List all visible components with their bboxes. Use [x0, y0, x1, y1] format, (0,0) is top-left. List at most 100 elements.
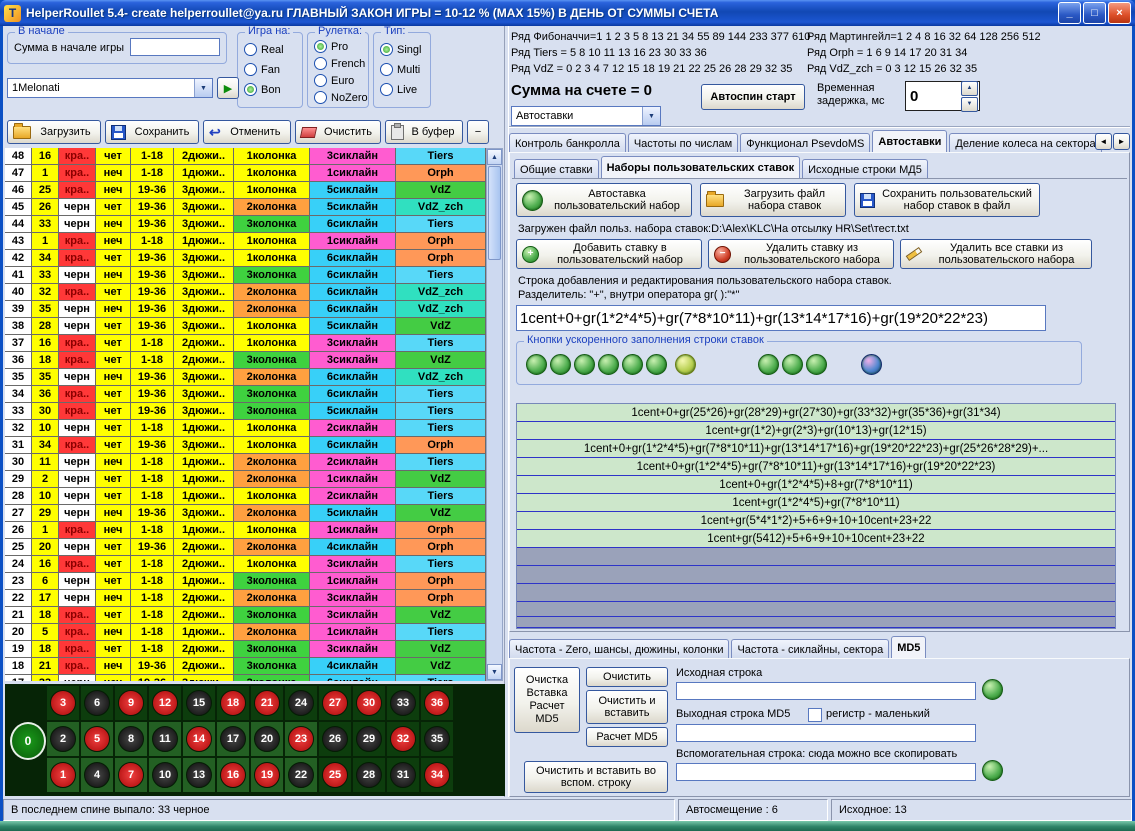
- history-row[interactable]: 261кра..неч1-181дюжи..1колонка1сиклайнOr…: [5, 522, 486, 539]
- bet-string-row-empty[interactable]: [517, 584, 1115, 602]
- close-button[interactable]: ×: [1108, 2, 1131, 24]
- quick-fill-button-11[interactable]: [861, 354, 882, 375]
- history-row[interactable]: 471кра..неч1-181дюжи..1колонка1сиклайнOr…: [5, 165, 486, 182]
- board-cell-11[interactable]: 11: [149, 722, 181, 756]
- history-row[interactable]: 236чернчет1-181дюжи..3колонка1сиклайнOrp…: [5, 573, 486, 590]
- history-row[interactable]: 205кра..неч1-181дюжи..2колонка1сиклайнTi…: [5, 624, 486, 641]
- scroll-down-icon[interactable]: ▼: [487, 664, 502, 680]
- board-cell-20[interactable]: 20: [251, 722, 283, 756]
- history-row[interactable]: 4625кра..неч19-363дюжи..1колонка5сиклайн…: [5, 182, 486, 199]
- history-row[interactable]: 3134кра..чет19-363дюжи..1колонка6сиклайн…: [5, 437, 486, 454]
- history-row[interactable]: 4133черннеч19-363дюжи..3колонка6сиклайнT…: [5, 267, 486, 284]
- quick-fill-button-7[interactable]: [675, 354, 696, 375]
- quick-fill-button-4[interactable]: [598, 354, 619, 375]
- quick-fill-button-3[interactable]: [574, 354, 595, 375]
- set-tab-0[interactable]: Общие ставки: [514, 159, 599, 178]
- history-row[interactable]: 1733черннеч19-363дюжи..3колонка6сиклайнT…: [5, 675, 486, 681]
- board-cell-32[interactable]: 32: [387, 722, 419, 756]
- history-row[interactable]: 3716кра..чет1-182дюжи..1колонка3сиклайнT…: [5, 335, 486, 352]
- radio-fan[interactable]: Fan: [244, 63, 280, 76]
- bet-string-row[interactable]: 1cent+gr(1*2)+gr(2*3)+gr(10*13)+gr(12*15…: [517, 422, 1115, 440]
- md5-output-input[interactable]: [676, 724, 976, 742]
- board-cell-22[interactable]: 22: [285, 758, 317, 792]
- history-row[interactable]: 4816кра..чет1-182дюжи..1колонка3сиклайнT…: [5, 148, 486, 165]
- bet-string-row[interactable]: 1cent+0+gr(25*26)+gr(28*29)+gr(27*30)+gr…: [517, 404, 1115, 422]
- history-row[interactable]: 2118кра..чет1-182дюжи..3колонка3сиклайнV…: [5, 607, 486, 624]
- bet-string-row-empty[interactable]: [517, 617, 1115, 628]
- radio-singl[interactable]: Singl: [380, 43, 421, 56]
- board-cell-0[interactable]: 0: [10, 722, 46, 760]
- board-cell-34[interactable]: 34: [421, 758, 453, 792]
- board-cell-23[interactable]: 23: [285, 722, 317, 756]
- board-cell-18[interactable]: 18: [217, 686, 249, 720]
- quick-fill-button-8[interactable]: [758, 354, 779, 375]
- delay-input[interactable]: [906, 88, 960, 105]
- radio-pro[interactable]: Pro: [314, 40, 348, 53]
- scrollbar-thumb[interactable]: [488, 166, 501, 260]
- board-cell-26[interactable]: 26: [319, 722, 351, 756]
- bet-string-row-empty[interactable]: [517, 566, 1115, 584]
- clear-button[interactable]: Очистить: [295, 120, 381, 144]
- quick-fill-button-10[interactable]: [806, 354, 827, 375]
- radio-french[interactable]: French: [314, 57, 365, 70]
- history-row[interactable]: 3436кра..чет19-363дюжи..3колонка6сиклайн…: [5, 386, 486, 403]
- spinner-down-icon[interactable]: ▼: [961, 97, 978, 112]
- board-cell-16[interactable]: 16: [217, 758, 249, 792]
- md5-aux-copy-button[interactable]: [982, 760, 1003, 781]
- bet-string-row[interactable]: 1cent+0+gr(1*2*4*5)+gr(7*8*10*11)+gr(13*…: [517, 458, 1115, 476]
- history-row[interactable]: 3828чернчет19-363дюжи..1колонка5сиклайнV…: [5, 318, 486, 335]
- history-row[interactable]: 2416кра..чет1-182дюжи..1колонка3сиклайнT…: [5, 556, 486, 573]
- main-tab-3[interactable]: Автоставки: [872, 130, 947, 152]
- history-row[interactable]: 3011черннеч1-181дюжи..2колонка2сиклайнTi…: [5, 454, 486, 471]
- bet-string-row[interactable]: 1cent+0+gr(1*2*4*5)+8+gr(7*8*10*11): [517, 476, 1115, 494]
- radio-nozero[interactable]: NoZero: [314, 91, 368, 104]
- board-cell-30[interactable]: 30: [353, 686, 385, 720]
- board-cell-7[interactable]: 7: [115, 758, 147, 792]
- spinner-up-icon[interactable]: ▲: [961, 81, 978, 96]
- history-row[interactable]: 4032кра..чет19-363дюжи..2колонка6сиклайн…: [5, 284, 486, 301]
- board-cell-33[interactable]: 33: [387, 686, 419, 720]
- save-bet-file-button[interactable]: Сохранить пользовательский набор ставок …: [854, 183, 1040, 217]
- bet-string-row-empty[interactable]: [517, 606, 1115, 617]
- md5-calc-button[interactable]: Расчет MD5: [586, 727, 668, 747]
- md5-clear-paste-button[interactable]: Очистить и вставить: [586, 690, 668, 724]
- history-row[interactable]: 2729черннеч19-363дюжи..2колонка5сиклайнV…: [5, 505, 486, 522]
- board-cell-31[interactable]: 31: [387, 758, 419, 792]
- history-row[interactable]: 1821кра..неч19-362дюжи..3колонка4сиклайн…: [5, 658, 486, 675]
- history-row[interactable]: 3618кра..чет1-182дюжи..3колонка3сиклайнV…: [5, 352, 486, 369]
- play-button[interactable]: ▶: [217, 77, 239, 99]
- quick-fill-button-6[interactable]: [646, 354, 667, 375]
- minimize-button[interactable]: _: [1058, 2, 1081, 24]
- freq-tab-0[interactable]: Частота - Zero, шансы, дюжины, колонки: [509, 639, 729, 658]
- board-cell-10[interactable]: 10: [149, 758, 181, 792]
- board-cell-15[interactable]: 15: [183, 686, 215, 720]
- quick-fill-button-9[interactable]: [782, 354, 803, 375]
- load-button[interactable]: Загрузить: [7, 120, 101, 144]
- radio-multi[interactable]: Multi: [380, 63, 420, 76]
- board-cell-1[interactable]: 1: [47, 758, 79, 792]
- quick-fill-button-5[interactable]: [622, 354, 643, 375]
- tab-scroll-right-button[interactable]: ►: [1113, 133, 1130, 150]
- history-row[interactable]: 292чернчет1-181дюжи..2колонка1сиклайнVdZ: [5, 471, 486, 488]
- bet-string-row[interactable]: 1cent+gr(5412)+5+6+9+10+10cent+23+22: [517, 530, 1115, 548]
- remove-all-bets-button[interactable]: Удалить все ставки из пользовательского …: [900, 239, 1092, 269]
- board-cell-21[interactable]: 21: [251, 686, 283, 720]
- board-cell-24[interactable]: 24: [285, 686, 317, 720]
- start-sum-input[interactable]: [130, 38, 220, 56]
- board-cell-9[interactable]: 9: [115, 686, 147, 720]
- autospin-button[interactable]: Автоспин старт: [701, 84, 805, 110]
- freq-tab-2[interactable]: MD5: [891, 636, 926, 658]
- radio-euro[interactable]: Euro: [314, 74, 354, 87]
- main-tab-4[interactable]: Деление колеса на сектора: [949, 133, 1101, 152]
- scroll-up-icon[interactable]: ▲: [487, 149, 502, 165]
- remove-bet-button[interactable]: −Удалить ставку из пользовательского наб…: [708, 239, 894, 269]
- history-scrollbar[interactable]: ▲ ▼: [486, 148, 503, 681]
- radio-live[interactable]: Live: [380, 83, 417, 96]
- history-row[interactable]: 2810чернчет1-181дюжи..1колонка2сиклайнTi…: [5, 488, 486, 505]
- load-bet-file-button[interactable]: Загрузить файл набора ставок: [700, 183, 846, 217]
- undo-button[interactable]: ↩Отменить: [203, 120, 291, 144]
- radio-bon[interactable]: Bon: [244, 83, 281, 96]
- board-cell-28[interactable]: 28: [353, 758, 385, 792]
- maximize-button[interactable]: □: [1083, 2, 1106, 24]
- board-cell-2[interactable]: 2: [47, 722, 79, 756]
